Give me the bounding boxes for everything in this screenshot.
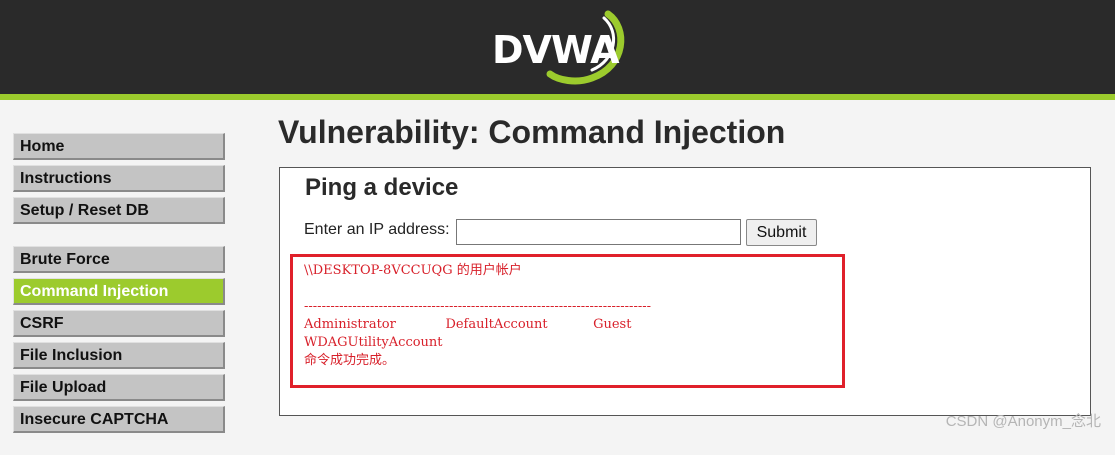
command-output: \\DESKTOP-8VCCUQG 的用户帐户 ----------------… [304,263,652,368]
ip-address-input[interactable] [456,219,741,245]
logo-text: DVWA [492,28,620,72]
menu-item-setup-reset-db[interactable]: Setup / Reset DB [13,197,225,224]
sidebar-menu: Home Instructions Setup / Reset DB Brute… [13,133,225,455]
section-title: Ping a device [305,174,459,201]
menu-item-file-inclusion[interactable]: File Inclusion [13,342,225,369]
dvwa-logo[interactable]: DVWA [488,8,628,86]
menu-item-instructions[interactable]: Instructions [13,165,225,192]
header-bar: DVWA [0,0,1115,94]
menu-group-general: Home Instructions Setup / Reset DB [13,133,225,224]
page-title: Vulnerability: Command Injection [278,114,786,150]
menu-group-vulnerabilities: Brute Force Command Injection CSRF File … [13,246,225,433]
menu-item-csrf[interactable]: CSRF [13,310,225,337]
submit-button[interactable]: Submit [746,219,817,246]
menu-item-file-upload[interactable]: File Upload [13,374,225,401]
watermark: CSDN @Anonym_念北 [945,413,1101,430]
menu-item-home[interactable]: Home [13,133,225,160]
header-accent-stripe [0,94,1115,100]
menu-item-insecure-captcha[interactable]: Insecure CAPTCHA [13,406,225,433]
ip-address-label: Enter an IP address: [304,221,450,238]
menu-item-command-injection[interactable]: Command Injection [13,278,225,305]
menu-item-brute-force[interactable]: Brute Force [13,246,225,273]
